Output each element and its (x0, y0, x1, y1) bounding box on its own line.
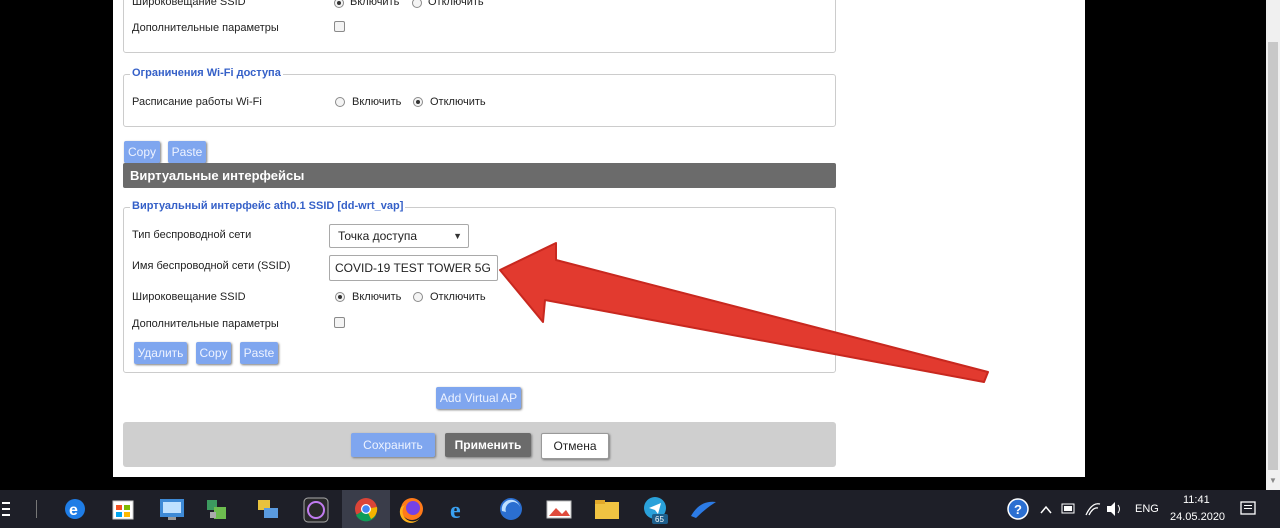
store-icon[interactable] (112, 500, 134, 520)
winamp-icon[interactable] (303, 497, 329, 523)
app-icon[interactable] (207, 500, 226, 519)
scrollbar[interactable] (1266, 0, 1280, 490)
edge-legacy-icon[interactable] (500, 498, 522, 520)
edge-icon[interactable]: e (65, 499, 85, 519)
app-swoosh-icon[interactable] (691, 501, 716, 518)
chevron-up-icon[interactable] (1040, 505, 1052, 514)
annotation-arrow (499, 242, 989, 383)
ie-icon[interactable]: e (450, 498, 461, 524)
svg-text:?: ? (1014, 502, 1022, 517)
scroll-down-icon[interactable]: ▼ (1268, 476, 1278, 486)
firefox-icon[interactable] (399, 498, 423, 523)
scrollbar-thumb[interactable] (1268, 42, 1278, 470)
svg-text:e: e (450, 498, 461, 524)
telegram-icon[interactable]: 65 (644, 497, 668, 524)
telegram-badge: 65 (655, 515, 664, 524)
svg-text:e: e (69, 502, 78, 519)
network-icon[interactable] (258, 500, 278, 518)
task-view-icon[interactable] (2, 500, 37, 518)
annotation-arrow-shape (499, 242, 989, 383)
battery-icon[interactable] (1061, 503, 1075, 514)
clock-date[interactable]: 24.05.2020 (1170, 511, 1225, 523)
photos-icon[interactable] (546, 500, 572, 519)
language-indicator[interactable]: ENG (1135, 503, 1159, 515)
clock-time[interactable]: 11:41 (1183, 494, 1210, 506)
wifi-icon[interactable] (1085, 503, 1101, 516)
browser-viewport: Широковещание SSID Включить Отключить До… (0, 0, 1266, 490)
folder-icon[interactable] (595, 500, 619, 519)
help-icon[interactable]: ? (1007, 498, 1029, 520)
taskbar: e e 65 ? ENG 11:41 24.05.2020 (0, 490, 1280, 528)
notification-icon[interactable] (1240, 501, 1256, 515)
volume-icon[interactable] (1107, 502, 1120, 516)
network-map-icon[interactable] (160, 499, 184, 520)
chrome-icon[interactable] (355, 498, 378, 522)
